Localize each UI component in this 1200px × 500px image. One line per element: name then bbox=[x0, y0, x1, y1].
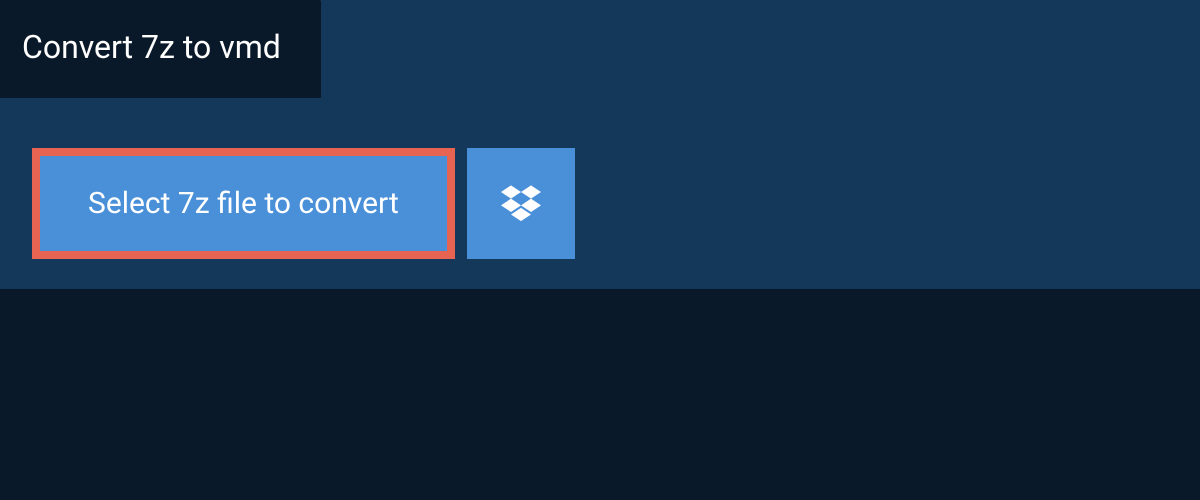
tab-container: Convert 7z to vmd bbox=[0, 0, 1200, 98]
dropbox-icon bbox=[501, 182, 541, 225]
dropbox-button[interactable] bbox=[467, 148, 575, 259]
select-file-button[interactable]: Select 7z file to convert bbox=[32, 148, 455, 259]
tab-label: Convert 7z to vmd bbox=[22, 28, 281, 66]
button-row: Select 7z file to convert bbox=[0, 98, 1200, 259]
tab-convert[interactable]: Convert 7z to vmd bbox=[0, 0, 321, 98]
select-file-label: Select 7z file to convert bbox=[88, 186, 399, 221]
converter-panel: Convert 7z to vmd Select 7z file to conv… bbox=[0, 0, 1200, 289]
